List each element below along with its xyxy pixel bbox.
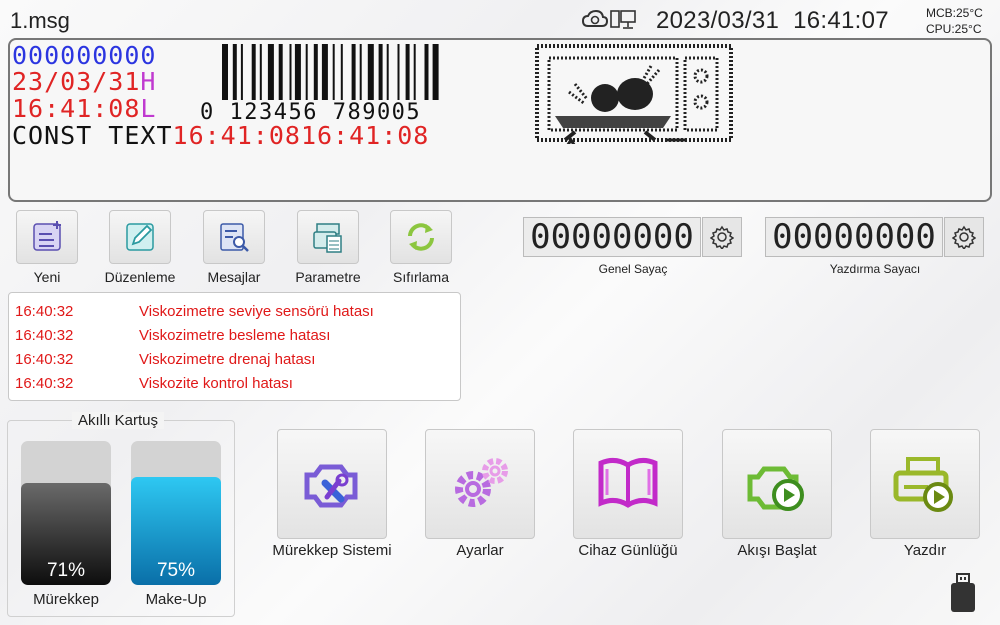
print-label: Yazdır	[903, 542, 947, 559]
toolbar-messages-label: Mesajlar	[207, 269, 261, 285]
print-start-icon	[870, 429, 980, 539]
smart-cartridge-title: Akıllı Kartuş	[72, 412, 165, 429]
preview-time: 16:41:08L	[12, 95, 156, 122]
barcode-bar	[240, 44, 243, 100]
general-counter-settings-button[interactable]	[702, 217, 742, 257]
barcode-bar	[378, 44, 383, 100]
parameters-icon	[297, 210, 359, 264]
ink-level-gauge: 71%	[21, 441, 111, 585]
alarm-list[interactable]: 16:40:32 Viskozimetre seviye sensörü hata…	[8, 292, 461, 401]
toolbar-edit-button[interactable]: Düzenleme	[100, 210, 180, 285]
barcode-bar	[424, 44, 429, 100]
barcode-bar	[332, 44, 335, 100]
usb-drive-icon	[951, 573, 975, 612]
alarm-time: 16:40:32	[15, 327, 74, 344]
message-filename: 1.msg	[10, 8, 70, 33]
barcode-bar	[259, 44, 262, 100]
general-counter-display: 00000000	[523, 217, 701, 257]
gear-icon	[710, 225, 734, 249]
computer-icon	[610, 10, 636, 29]
barcode-bar	[289, 44, 292, 100]
barcode-bar	[294, 44, 301, 100]
alarm-time: 16:40:32	[15, 375, 74, 392]
toolbar-reset-button[interactable]: Sıfırlama	[381, 210, 461, 285]
alarm-message: Viskozite kontrol hatası	[139, 375, 293, 392]
barcode-bar	[267, 44, 274, 100]
barcode-bar	[413, 44, 416, 100]
device-log-book-icon	[573, 429, 683, 539]
barcode-bar	[278, 44, 283, 100]
barcode-bar	[351, 44, 356, 100]
barcode-bar	[251, 44, 256, 100]
barcode-bar	[222, 44, 228, 100]
preview-time-repeat-2: 16:41:08	[300, 121, 430, 150]
alarm-time: 16:40:32	[15, 351, 74, 368]
barcode-bar	[313, 44, 318, 100]
cpu-temp: CPU:25°C	[926, 22, 982, 36]
preview-date: 23/03/31H	[12, 68, 156, 95]
new-file-icon	[16, 210, 78, 264]
barcode-bar	[397, 44, 400, 100]
print-button[interactable]: Yazdır	[870, 429, 980, 559]
system-time: 16:41:07	[793, 7, 889, 34]
preview-time-suffix: L	[140, 94, 157, 123]
preview-const-line: CONST TEXT16:41:0816:41:08	[12, 122, 429, 149]
general-counter-label: Genel Sayaç	[598, 262, 668, 276]
preview-date-value: 23/03/31	[12, 67, 141, 96]
toolbar-new-button[interactable]: Yeni	[7, 210, 87, 285]
toolbar-parameters-label: Parametre	[295, 269, 361, 285]
toolbar-new-label: Yeni	[33, 269, 61, 285]
preview-date-suffix: H	[140, 67, 157, 96]
preview-barcode-digits: 0 123456 789005	[200, 100, 422, 125]
barcode-bar	[432, 44, 439, 100]
preview-time-value: 16:41:08	[12, 94, 141, 123]
ink-level-percent: 71%	[46, 560, 86, 581]
barcode-bar	[305, 44, 308, 100]
preview-barcode	[222, 44, 439, 100]
alarm-time: 16:40:32	[15, 303, 74, 320]
preview-counter: 000000000	[12, 41, 157, 70]
barcode-bar	[321, 44, 328, 100]
gear-icon	[952, 225, 976, 249]
toolbar-parameters-button[interactable]: Parametre	[288, 210, 368, 285]
start-flow-button[interactable]: Akışı Başlat	[722, 429, 832, 559]
messages-search-icon	[203, 210, 265, 264]
edit-icon	[109, 210, 171, 264]
toolbar-reset-label: Sıfırlama	[392, 269, 449, 285]
reset-icon	[390, 210, 452, 264]
makeup-level-gauge: 75%	[131, 441, 221, 585]
ink-system-button[interactable]: Mürekkep Sistemi	[272, 429, 392, 559]
barcode-bar	[340, 44, 343, 100]
message-preview[interactable]: 000000000 23/03/31H 16:41:08L CONST TEXT…	[8, 38, 992, 202]
temperature-readout: MCB:25°C CPU:25°C	[926, 5, 983, 37]
device-log-button[interactable]: Cihaz Günlüğü	[573, 429, 683, 559]
barcode-bar	[359, 44, 362, 100]
toolbar-messages-button[interactable]: Mesajlar	[194, 210, 274, 285]
ink-level-label: Mürekkep	[33, 591, 99, 608]
system-date: 2023/03/31	[656, 7, 780, 34]
alarm-message: Viskozimetre drenaj hatası	[139, 351, 316, 368]
alarm-message: Viskozimetre besleme hatası	[139, 327, 331, 344]
barcode-bar	[232, 44, 237, 100]
cloud-sync-icon	[582, 10, 608, 27]
barcode-bar	[367, 44, 374, 100]
makeup-level-percent: 75%	[156, 560, 196, 581]
print-counter-settings-button[interactable]	[944, 217, 984, 257]
start-flow-icon	[722, 429, 832, 539]
makeup-level-label: Make-Up	[145, 591, 207, 608]
toolbar-edit-label: Düzenleme	[104, 269, 176, 285]
preview-time-repeat-1: 16:41:08	[172, 121, 301, 150]
print-counter-label: Yazdırma Sayacı	[829, 262, 921, 276]
print-counter-display: 00000000	[765, 217, 943, 257]
barcode-bar	[386, 44, 389, 100]
preview-const-text: CONST TEXT	[12, 121, 173, 150]
alarm-message: Viskozimetre seviye sensörü hatası	[139, 303, 374, 320]
settings-gears-icon	[425, 429, 535, 539]
mcb-temp: MCB:25°C	[926, 6, 983, 20]
barcode-bar	[405, 44, 410, 100]
ink-system-icon	[277, 429, 387, 539]
settings-button[interactable]: Ayarlar	[425, 429, 535, 559]
system-datetime: 2023/03/31 16:41:07	[656, 7, 889, 35]
preview-tv-image	[535, 44, 733, 144]
